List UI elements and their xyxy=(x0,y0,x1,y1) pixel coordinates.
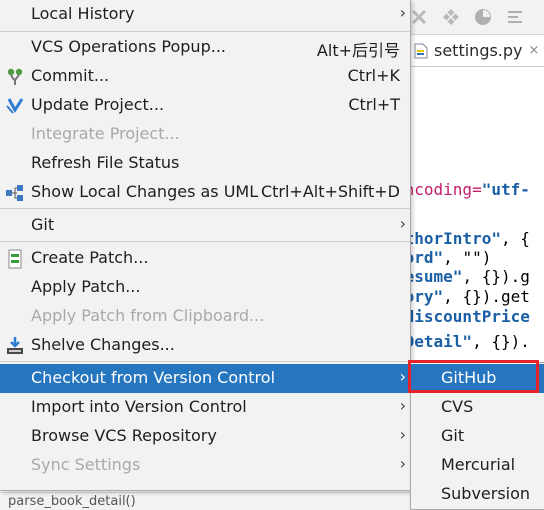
profiler-icon[interactable] xyxy=(474,8,492,26)
submenu-item-cvs[interactable]: CVS xyxy=(411,393,544,422)
code-line: encoding="utf- xyxy=(395,180,530,199)
menu-item-label: Update Project... xyxy=(31,95,165,114)
menu-item-git[interactable]: Git › xyxy=(0,211,410,240)
menu-item-show-local-changes-as-uml[interactable]: Show Local Changes as UML Ctrl+Alt+Shift+… xyxy=(0,178,410,207)
menu-item-import-into-version-control[interactable]: Import into Version Control › xyxy=(0,393,410,422)
shortcut-label: Ctrl+T xyxy=(348,95,400,114)
chevron-right-icon: › xyxy=(399,3,406,22)
menu-item-label: Refresh File Status xyxy=(31,153,180,172)
code-token: , { xyxy=(500,229,530,248)
main-toolbar xyxy=(395,0,544,35)
menu-item-label: Checkout from Version Control xyxy=(31,368,276,387)
menu-item-label: Integrate Project... xyxy=(31,124,180,143)
shelve-icon xyxy=(5,336,25,356)
menu-item-update-project[interactable]: Update Project... Ctrl+T xyxy=(0,91,410,120)
menu-separator xyxy=(0,31,410,32)
menu-item-shelve-changes[interactable]: Shelve Changes... xyxy=(0,331,410,360)
menu-separator xyxy=(0,241,410,242)
commit-icon xyxy=(5,67,25,87)
code-token: , {}). xyxy=(472,332,530,351)
submenu-item-label: Mercurial xyxy=(441,455,516,474)
menu-item-label: Git xyxy=(31,215,55,234)
chevron-right-icon: › xyxy=(399,396,406,415)
menu-separator xyxy=(0,361,410,362)
shortcut-label: Ctrl+Alt+Shift+D xyxy=(260,182,400,201)
code-token: , "") xyxy=(443,248,492,267)
menu-separator xyxy=(0,208,410,209)
code-line: resume", {}).g xyxy=(395,267,530,286)
menu-item-label: VCS Operations Popup... xyxy=(31,37,226,56)
menu-item-label: Apply Patch... xyxy=(31,277,141,296)
menu-item-label: Commit... xyxy=(31,66,110,85)
chevron-right-icon: › xyxy=(399,425,406,444)
code-line: 'discountPrice xyxy=(395,307,530,326)
grid-icon[interactable] xyxy=(442,8,460,26)
menu-item-label: Browse VCS Repository xyxy=(31,426,217,445)
chevron-right-icon: › xyxy=(399,454,406,473)
menu-item-label: Sync Settings xyxy=(31,455,141,474)
close-icon[interactable]: × xyxy=(529,43,540,58)
submenu-item-label: Git xyxy=(441,426,465,445)
menu-item-browse-vcs-repository[interactable]: Browse VCS Repository › xyxy=(0,422,410,451)
menu-item-apply-patch[interactable]: Apply Patch... xyxy=(0,273,410,302)
menu-item-label: Local History xyxy=(31,4,135,23)
menu-item-label: Apply Patch from Clipboard... xyxy=(31,306,265,325)
tab-settings-py[interactable]: settings.py × xyxy=(407,35,544,66)
code-token: 'discountPrice xyxy=(395,307,530,326)
menu-item-checkout-from-version-control[interactable]: Checkout from Version Control › xyxy=(0,364,410,393)
submenu-item-git[interactable]: Git xyxy=(411,422,544,451)
breadcrumb[interactable]: parse_book_detail() xyxy=(8,494,136,509)
python-file-icon xyxy=(414,43,428,58)
menu-item-vcs-operations-popup[interactable]: VCS Operations Popup... Alt+后引号 xyxy=(0,33,410,62)
menu-item-local-history[interactable]: Local History › xyxy=(0,0,410,29)
menu-item-label: Import into Version Control xyxy=(31,397,247,416)
update-project-icon xyxy=(5,96,25,116)
menu-item-refresh-file-status[interactable]: Refresh File Status xyxy=(0,149,410,178)
uml-diagram-icon xyxy=(5,183,25,203)
menu-item-label: Create Patch... xyxy=(31,248,149,267)
shortcut-label: Alt+后引号 xyxy=(316,41,400,60)
code-line: tory", {}).get xyxy=(395,287,530,306)
code-line: kDetail", {}). xyxy=(395,332,530,351)
code-line: uthorIntro", { xyxy=(395,229,530,248)
code-token: "utf- xyxy=(481,180,530,199)
menu-item-commit[interactable]: Commit... Ctrl+K xyxy=(0,62,410,91)
code-token: , {}).get xyxy=(443,287,530,306)
menu-item-integrate-project: Integrate Project... xyxy=(0,120,410,149)
menu-item-sync-settings: Sync Settings › xyxy=(0,451,410,480)
menu-item-apply-patch-from-clipboard: Apply Patch from Clipboard... xyxy=(0,302,410,331)
vcs-context-menu: Local History › VCS Operations Popup... Alt… xyxy=(0,0,411,491)
menu-item-label: Show Local Changes as UML xyxy=(31,182,259,201)
cancel-icon[interactable] xyxy=(410,8,428,26)
chevron-right-icon: › xyxy=(399,367,406,386)
submenu-item-subversion[interactable]: Subversion xyxy=(411,480,544,509)
tab-label: settings.py xyxy=(434,41,523,60)
structure-icon[interactable] xyxy=(506,8,524,26)
menu-item-label: Shelve Changes... xyxy=(31,335,175,354)
code-token: , {}).g xyxy=(462,267,530,286)
submenu-item-label: Subversion xyxy=(441,484,531,503)
menu-item-create-patch[interactable]: Create Patch... xyxy=(0,244,410,273)
submenu-item-mercurial[interactable]: Mercurial xyxy=(411,451,544,480)
submenu-item-label: CVS xyxy=(441,397,474,416)
editor-tabbar: settings.py × xyxy=(395,35,544,67)
annotation-highlight-box xyxy=(408,360,539,393)
create-patch-icon xyxy=(5,249,25,269)
shortcut-label: Ctrl+K xyxy=(347,66,400,85)
chevron-right-icon: › xyxy=(399,214,406,233)
